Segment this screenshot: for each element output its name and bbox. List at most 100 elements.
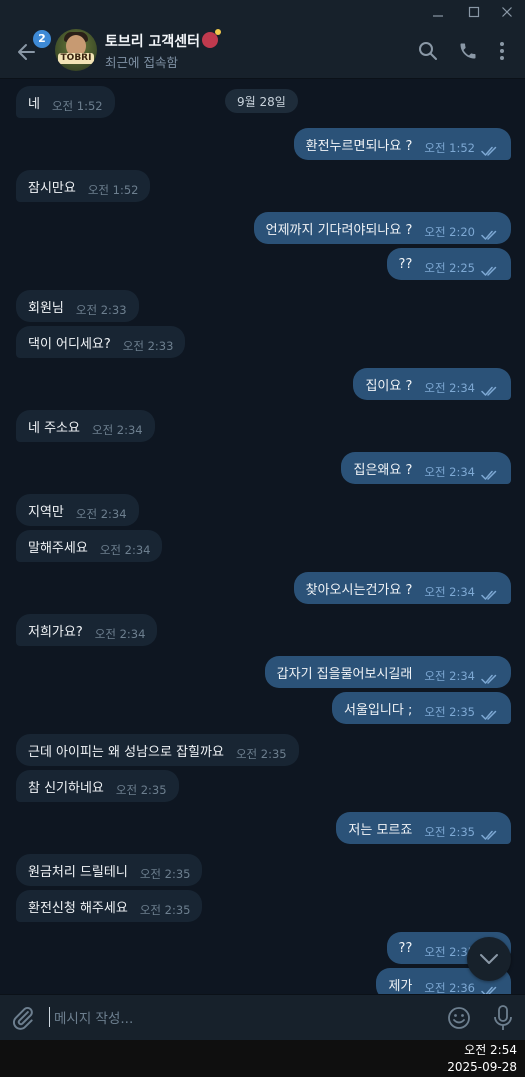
incoming-message[interactable]: 지역만 오전 2:34 (16, 494, 139, 526)
message-text: 집이요 ? (365, 378, 413, 394)
message-text: 언제까지 기다려야되나요 ? (265, 222, 413, 238)
message-text: 말해주세요 (28, 540, 88, 556)
message-time: 오전 2:34 (424, 585, 475, 599)
message-time: 오전 2:20 (424, 225, 475, 239)
message-time: 오전 2:34 (424, 669, 475, 683)
read-checkmark-icon (481, 262, 499, 276)
message-text: 회원님 (28, 300, 64, 316)
read-checkmark-icon (481, 226, 499, 240)
message-time: 오전 2:35 (424, 825, 475, 839)
outgoing-message[interactable]: 환전누르면되나요 ? 오전 1:52 (293, 128, 511, 160)
message-time: 오전 1:52 (87, 183, 139, 197)
message-list[interactable]: 9월 28일 네 오전 1:52 환전누르면되나요 ? 오전 1:52 잠시만요 오전 1… (0, 79, 525, 994)
read-checkmark-icon (481, 826, 499, 840)
emoji-button[interactable] (446, 1005, 472, 1031)
phone-icon (460, 43, 476, 59)
read-checkmark-icon (481, 670, 499, 684)
more-vertical-icon (500, 42, 504, 60)
read-checkmark-icon (481, 982, 499, 994)
message-text: 갑자기 집을물어보시길래 (276, 666, 413, 682)
scroll-to-bottom-button[interactable] (467, 937, 511, 981)
incoming-message[interactable]: 환전신청 해주세요 오전 2:35 (16, 890, 203, 922)
incoming-message[interactable]: 참 신기하네요 오전 2:35 (16, 770, 179, 802)
message-time: 오전 2:35 (115, 783, 167, 797)
outgoing-message[interactable]: 서울입니다 ; 오전 2:35 (332, 692, 511, 724)
message-text: 네 (28, 96, 40, 112)
message-time: 오전 1:52 (424, 141, 475, 155)
message-time: 오전 2:35 (235, 747, 287, 761)
system-clock[interactable]: 오전 2:54 2025-09-28 (447, 1042, 517, 1076)
message-text: 환전누르면되나요 ? (305, 138, 413, 154)
attach-button[interactable] (10, 1005, 36, 1031)
outgoing-message[interactable]: ?? 오전 2:25 (386, 248, 511, 280)
incoming-message[interactable]: 근데 아이피는 왜 성남으로 잡힐까요 오전 2:35 (16, 734, 299, 766)
close-icon (502, 6, 512, 17)
minimize-button[interactable] (420, 0, 456, 23)
incoming-message[interactable]: 회원님 오전 2:33 (16, 290, 139, 322)
more-options-button[interactable] (490, 39, 514, 63)
chat-title-wrap[interactable]: 토브리 고객센터 (105, 29, 222, 51)
close-window-button[interactable] (489, 0, 525, 23)
voice-record-button[interactable] (491, 1003, 515, 1033)
message-text: 참 신기하네요 (28, 780, 104, 796)
message-time: 오전 2:33 (75, 303, 127, 317)
chat-title: 토브리 고객센터 (105, 34, 201, 50)
avatar-logo-text: TOBRI (58, 53, 94, 64)
paperclip-icon (13, 1006, 33, 1030)
message-text: 지역만 (28, 504, 64, 520)
message-text: 저희가요? (28, 624, 83, 640)
outgoing-message[interactable]: 집은왜요 ? 오전 2:34 (341, 452, 511, 484)
smiley-icon (448, 1007, 470, 1029)
incoming-message[interactable]: 잠시만요 오전 1:52 (16, 170, 151, 202)
message-time: 오전 2:36 (424, 981, 475, 994)
outgoing-message[interactable]: 저는 모르죠 오전 2:35 (336, 812, 511, 844)
search-icon (419, 42, 437, 60)
message-time: 오전 2:35 (139, 867, 191, 881)
message-text: 근데 아이피는 왜 성남으로 잡힐까요 (28, 744, 224, 760)
message-text: ?? (398, 256, 413, 272)
incoming-message[interactable]: 말해주세요 오전 2:34 (16, 530, 163, 562)
incoming-message[interactable]: 네 오전 1:52 (16, 86, 115, 118)
text-cursor (49, 1007, 50, 1027)
minimize-icon (433, 14, 443, 17)
outgoing-message[interactable]: 찾아오시는건가요 ? 오전 2:34 (293, 572, 511, 604)
outgoing-message[interactable]: 언제까지 기다려야되나요 ? 오전 2:20 (253, 212, 511, 244)
message-composer: 메시지 작성... (0, 994, 525, 1041)
outgoing-message[interactable]: 갑자기 집을물어보시길래 오전 2:34 (264, 656, 511, 688)
message-time: 오전 2:34 (91, 423, 143, 437)
system-taskbar: 오전 2:54 2025-09-28 (0, 1040, 525, 1077)
read-checkmark-icon (481, 382, 499, 396)
chevron-down-icon (480, 954, 498, 964)
read-checkmark-icon (481, 706, 499, 720)
message-time: 오전 2:35 (424, 705, 475, 719)
read-checkmark-icon (481, 586, 499, 600)
message-text: 저는 모르죠 (348, 822, 413, 838)
message-text: 잠시만요 (28, 180, 76, 196)
message-text: 원금처리 드릴테니 (28, 864, 128, 880)
message-text: 찾아오시는건가요 ? (305, 582, 413, 598)
message-time: 오전 2:35 (139, 903, 191, 917)
message-time: 오전 2:34 (99, 543, 151, 557)
outgoing-message[interactable]: 집이요 ? 오전 2:34 (353, 368, 511, 400)
message-text: ?? (398, 940, 413, 956)
window-titlebar (0, 0, 525, 23)
message-text: 제가 (388, 978, 413, 994)
message-time: 오전 2:25 (424, 261, 475, 275)
incoming-message[interactable]: 원금처리 드릴테니 오전 2:35 (16, 854, 203, 886)
maximize-button[interactable] (456, 0, 492, 23)
message-input[interactable]: 메시지 작성... (54, 1007, 133, 1027)
chat-header: 2 TOBRI 토브리 고객센터 최근에 접속함 (0, 23, 525, 79)
message-text: 네 주소요 (28, 420, 80, 436)
call-button[interactable] (456, 39, 480, 63)
incoming-message[interactable]: 댁이 어디세요? 오전 2:33 (16, 326, 186, 358)
read-checkmark-icon (481, 142, 499, 156)
message-text: 집은왜요 ? (353, 462, 413, 478)
unread-badge: 2 (33, 30, 51, 48)
clock-date: 2025-09-28 (447, 1060, 517, 1074)
message-time: 오전 1:52 (51, 99, 103, 113)
search-button[interactable] (416, 39, 440, 63)
incoming-message[interactable]: 네 주소요 오전 2:34 (16, 410, 155, 442)
avatar[interactable]: TOBRI (55, 29, 97, 71)
incoming-message[interactable]: 저희가요? 오전 2:34 (16, 614, 158, 646)
message-text: 댁이 어디세요? (28, 336, 111, 352)
